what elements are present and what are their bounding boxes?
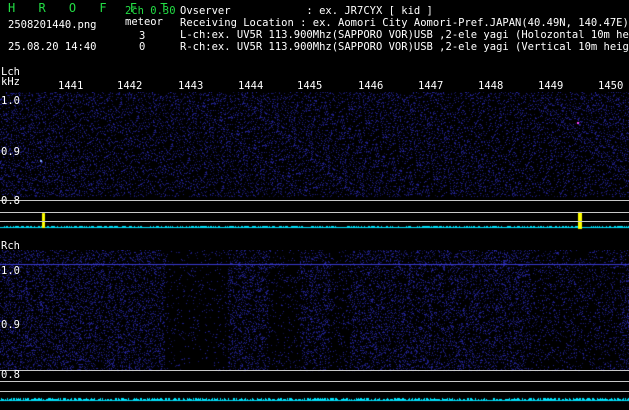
rch-spectrogram bbox=[0, 250, 629, 410]
frequency-tick: 1449 bbox=[538, 80, 564, 92]
rch-reference-line bbox=[0, 391, 629, 392]
lch-reference-line bbox=[0, 221, 629, 222]
observer-line: Ovserver : ex. JR7CYX [ kid ] bbox=[180, 5, 433, 17]
frequency-tick: 1448 bbox=[478, 80, 504, 92]
frequency-tick: 1444 bbox=[238, 80, 264, 92]
lch-spectrogram bbox=[0, 92, 629, 232]
datetime-label: 25.08.20 14:40 bbox=[8, 41, 97, 53]
meteor-rch-count: 0 bbox=[139, 41, 146, 53]
frequency-tick: 1442 bbox=[117, 80, 143, 92]
lch-info: L-ch:ex. UV5R 113.900Mhz(SAPPORO VOR)USB… bbox=[180, 29, 629, 41]
rch-spectrogram-panel bbox=[0, 250, 629, 410]
rch-ytick: 1.0 bbox=[1, 265, 20, 277]
frequency-tick: 1447 bbox=[418, 80, 444, 92]
filename-label: 2508201440.png bbox=[8, 19, 97, 31]
frequency-tick: 1446 bbox=[358, 80, 384, 92]
lch-ytick: 0.8 bbox=[1, 195, 20, 207]
unit-label: kHz bbox=[1, 76, 20, 88]
frequency-tick: 1450 bbox=[598, 80, 624, 92]
rch-ytick: 0.8 bbox=[1, 369, 20, 381]
lch-ytick: 0.9 bbox=[1, 146, 20, 158]
lch-ytick: 1.0 bbox=[1, 95, 20, 107]
rch-reference-line bbox=[0, 370, 629, 371]
frequency-tick: 1443 bbox=[178, 80, 204, 92]
rch-reference-line bbox=[0, 381, 629, 382]
location-line: Receiving Location : ex. Aomori City Aom… bbox=[180, 17, 629, 29]
rch-ytick: 0.9 bbox=[1, 319, 20, 331]
meteor-label: meteor bbox=[125, 16, 163, 28]
rch-info: R-ch:ex. UV5R 113.900Mhz(SAPPORO VOR)USB… bbox=[180, 41, 629, 53]
frequency-tick: 1445 bbox=[297, 80, 323, 92]
lch-spectrogram-panel bbox=[0, 92, 629, 232]
lch-reference-line bbox=[0, 200, 629, 201]
lch-reference-line bbox=[0, 212, 629, 213]
frequency-tick: 1441 bbox=[58, 80, 84, 92]
